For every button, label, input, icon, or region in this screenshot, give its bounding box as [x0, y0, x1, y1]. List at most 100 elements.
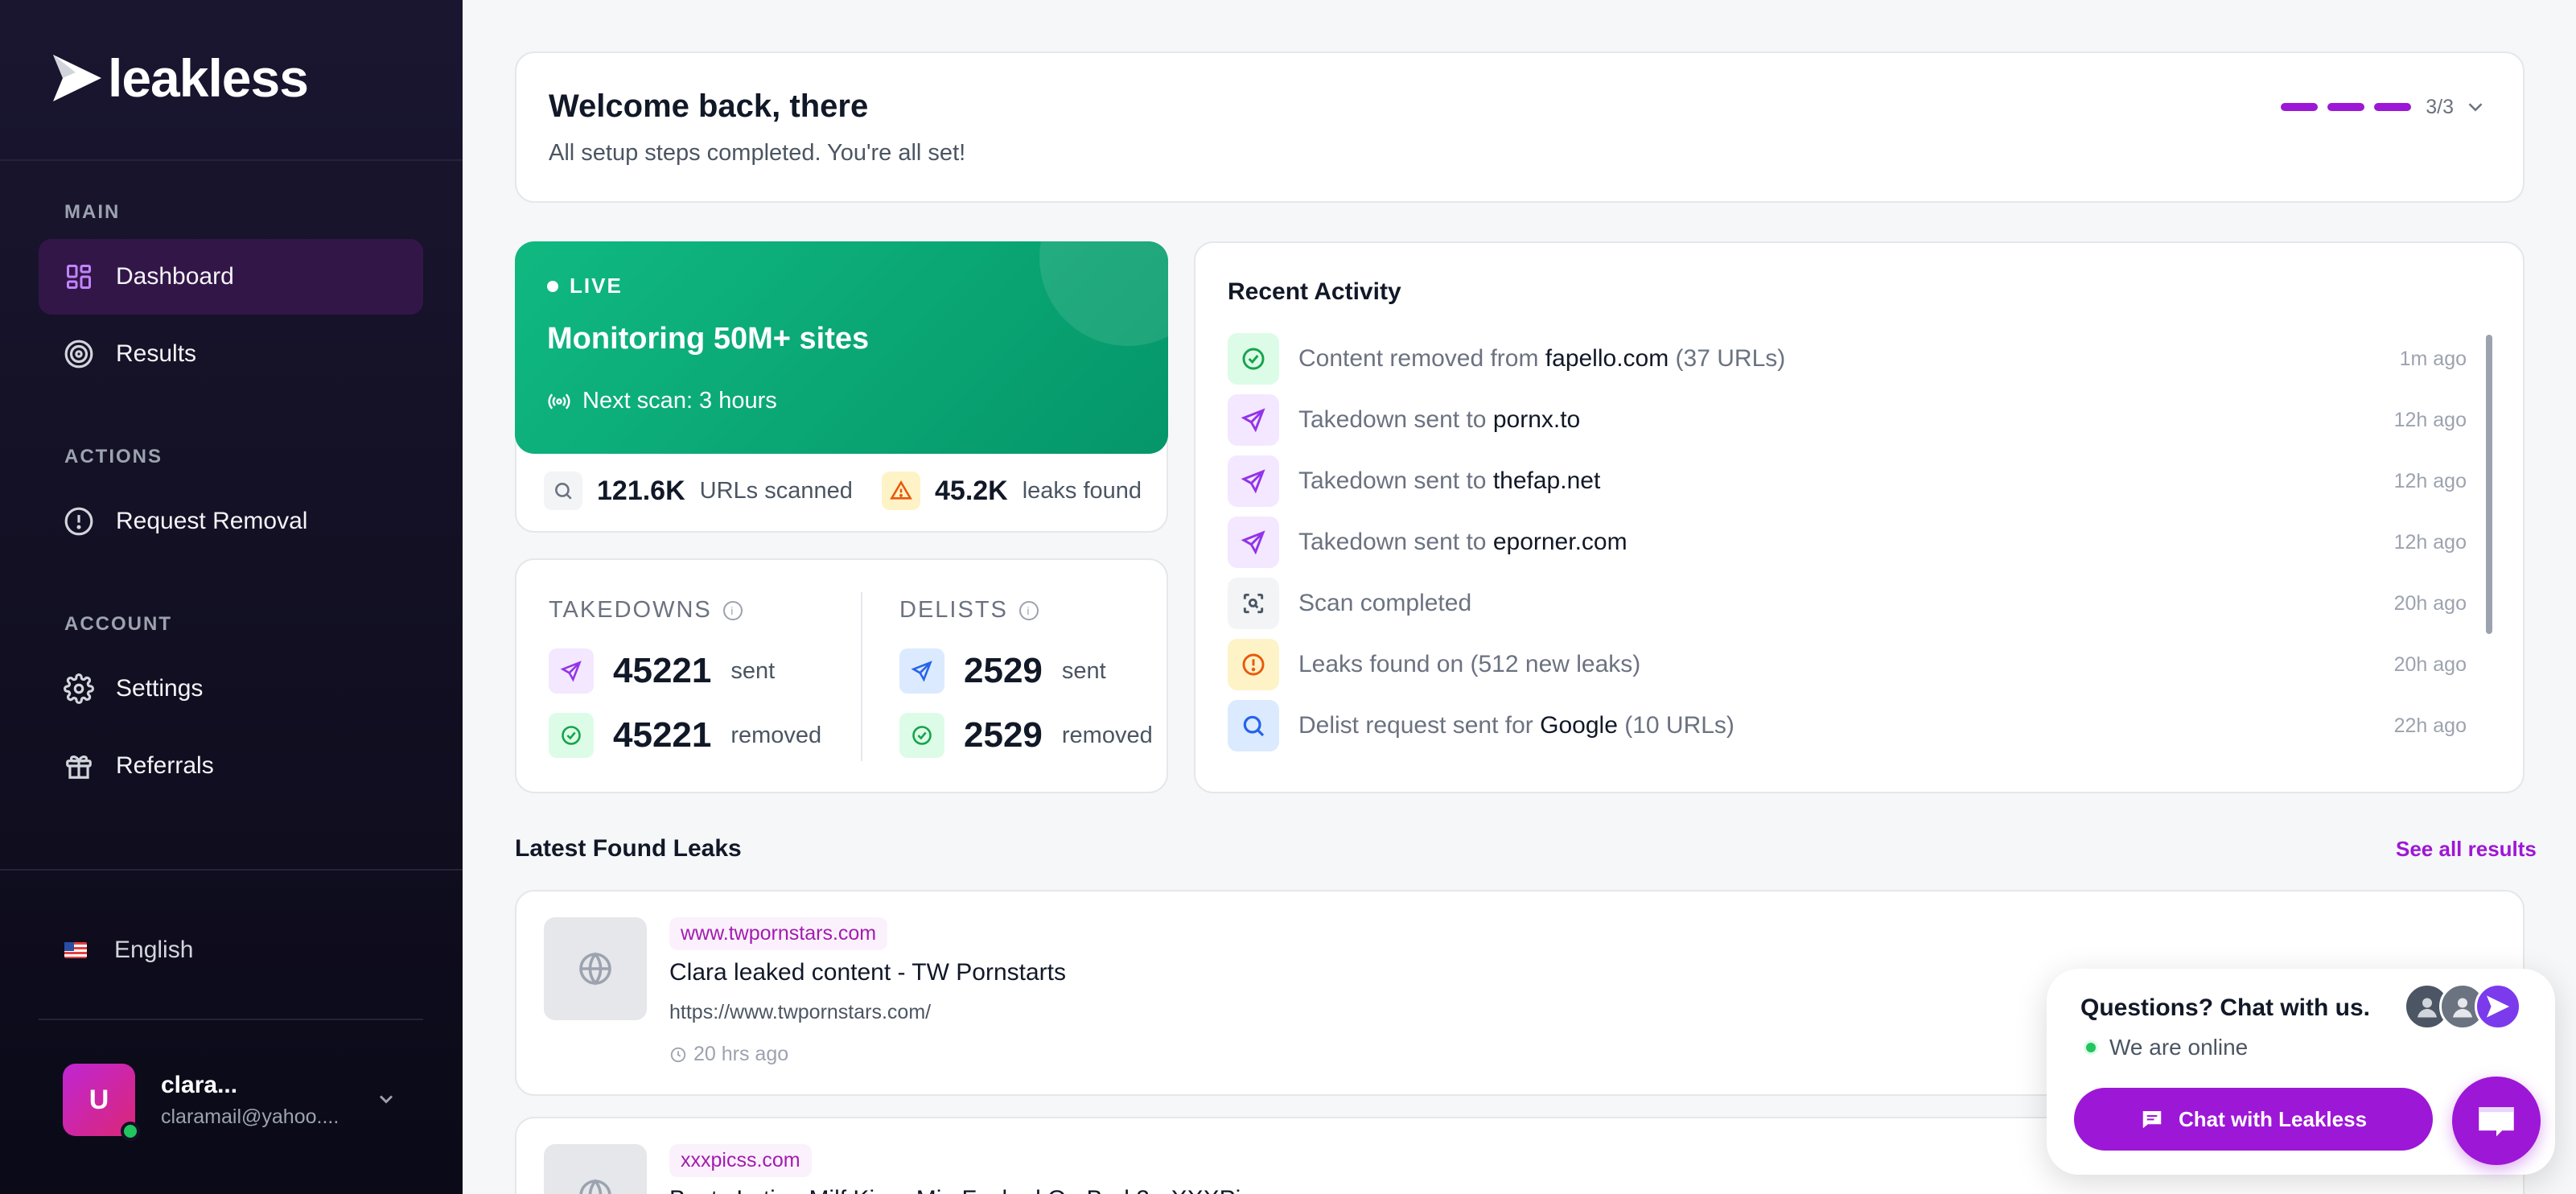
target-icon — [63, 338, 95, 370]
activity-text: Content removed from fapello.com (37 URL… — [1298, 345, 1785, 373]
activity-time: 12h ago — [2393, 530, 2467, 554]
chevron-down-icon[interactable] — [375, 1088, 397, 1110]
activity-row[interactable]: Takedown sent to pornx.to 12h ago — [1228, 394, 2467, 446]
delists-removed-label: removed — [1061, 722, 1153, 748]
activity-site: pornx.to — [1492, 406, 1581, 433]
leaks-found-value: 45.2K — [935, 475, 1008, 506]
sidebar: leakless MAIN Dashboard Results ACTIONS … — [0, 0, 463, 1194]
activity-text-pre: Takedown sent to — [1298, 406, 1493, 433]
activity-text: Takedown sent to eporner.com — [1298, 529, 1627, 556]
logo[interactable]: leakless — [51, 51, 309, 105]
sidebar-item-label: Dashboard — [116, 263, 234, 290]
check-circle-icon — [899, 713, 944, 758]
leak-title[interactable]: Clara leaked content - TW Pornstarts — [669, 959, 1066, 986]
activity-text-pre: Content removed from — [1298, 345, 1545, 372]
leak-title[interactable]: Busty Latina Milf Kiara Mia Fucked On Be… — [669, 1186, 1329, 1194]
broadcast-icon — [548, 393, 570, 410]
send-icon — [1228, 394, 1279, 446]
decorative-circle — [1039, 241, 1168, 346]
progress-step — [2327, 103, 2365, 111]
activity-site: fapello.com — [1545, 345, 1669, 372]
us-flag-icon — [64, 942, 87, 958]
activity-text-post: (37 URLs) — [1669, 345, 1786, 372]
globe-icon — [579, 952, 611, 986]
chat-status: We are online — [2084, 1035, 2248, 1060]
recent-activity-card: Recent Activity Content removed from fap… — [1194, 241, 2525, 793]
dashboard-icon — [63, 261, 95, 293]
chat-title: Questions? Chat with us. — [2080, 994, 2371, 1021]
language-label: English — [114, 937, 194, 963]
sidebar-item-label: Request Removal — [116, 508, 308, 534]
activity-scrollbar[interactable] — [2486, 335, 2492, 634]
send-icon — [1228, 455, 1279, 507]
activity-row[interactable]: Content removed from fapello.com (37 URL… — [1228, 333, 2467, 385]
column-divider — [861, 592, 862, 761]
leak-thumbnail — [544, 917, 647, 1020]
next-scan: Next scan: 3 hours — [547, 388, 777, 414]
check-circle-icon — [549, 713, 594, 758]
activity-text-pre: Takedown sent to — [1298, 529, 1493, 555]
logo-icon — [53, 55, 101, 101]
alert-circle-icon — [63, 505, 95, 537]
takedowns-sent-label: sent — [730, 657, 776, 684]
urls-scanned-value: 121.6K — [597, 475, 685, 506]
chat-bubble-icon — [2479, 1107, 2514, 1137]
leak-time-label: 20 hrs ago — [693, 1043, 789, 1065]
activity-site: Google — [1540, 712, 1618, 739]
progress-step — [2374, 103, 2412, 111]
sidebar-item-request-removal[interactable]: Request Removal — [39, 484, 423, 559]
globe-icon — [579, 1179, 611, 1194]
activity-row[interactable]: Takedown sent to thefap.net 12h ago — [1228, 455, 2467, 507]
online-dot-icon — [2084, 1040, 2098, 1055]
delists-sent-label: sent — [1061, 657, 1106, 684]
setup-progress[interactable]: 3/3 — [2281, 95, 2488, 119]
search-icon — [544, 471, 582, 510]
activity-time: 22h ago — [2393, 714, 2467, 737]
activity-row[interactable]: Takedown sent to eporner.com 12h ago — [1228, 517, 2467, 568]
info-icon[interactable]: i — [1018, 600, 1039, 620]
live-dot-icon — [547, 280, 558, 292]
see-all-results-link[interactable]: See all results — [2396, 837, 2537, 862]
scan-icon — [1228, 578, 1279, 629]
sidebar-item-label: Referrals — [116, 752, 214, 779]
sidebar-item-referrals[interactable]: Referrals — [39, 728, 423, 804]
avatar: U — [63, 1064, 140, 1141]
takedowns-sent-value: 45221 — [613, 651, 712, 690]
language-selector[interactable]: English — [64, 937, 193, 964]
page-title: Welcome back, there — [549, 89, 869, 124]
chat-launcher-button[interactable] — [2452, 1077, 2541, 1165]
sidebar-item-results[interactable]: Results — [39, 316, 423, 392]
sidebar-item-settings[interactable]: Settings — [39, 651, 423, 727]
leak-url[interactable]: https://www.twpornstars.com/ — [669, 1001, 931, 1024]
activity-text-pre: Takedown sent to — [1298, 467, 1493, 494]
live-monitoring-card: LIVE Monitoring 50M+ sites Next scan: 3 … — [515, 241, 1168, 454]
info-icon[interactable]: i — [722, 600, 743, 620]
send-icon — [1228, 517, 1279, 568]
activity-row[interactable]: Delist request sent for Google (10 URLs)… — [1228, 700, 2467, 751]
chevron-down-icon[interactable] — [2463, 95, 2488, 119]
send-icon — [899, 648, 944, 694]
leakless-avatar-icon — [2475, 983, 2521, 1030]
activity-row[interactable]: Scan completed 20h ago — [1228, 578, 2467, 629]
section-label-account: ACCOUNT — [64, 613, 172, 635]
leaks-found-label: leaks found — [1022, 477, 1142, 504]
chat-with-leakless-button[interactable]: Chat with Leakless — [2074, 1088, 2433, 1151]
send-icon — [549, 648, 594, 694]
user-menu[interactable]: U clara... claramail@yahoo.... — [63, 1064, 339, 1141]
activity-text-post: (10 URLs) — [1617, 712, 1734, 739]
section-label-actions: ACTIONS — [64, 446, 163, 467]
activity-text: Delist request sent for Google (10 URLs) — [1298, 712, 1734, 739]
progress-count: 3/3 — [2426, 95, 2454, 118]
activity-row[interactable]: Leaks found on (512 new leaks) 20h ago — [1228, 639, 2467, 690]
chat-button-label: Chat with Leakless — [2178, 1106, 2368, 1131]
sidebar-item-label: Results — [116, 340, 197, 367]
avatar-initial: U — [88, 1084, 109, 1115]
leak-domain-badge: www.twpornstars.com — [669, 917, 888, 950]
section-label-main: MAIN — [64, 201, 121, 223]
sidebar-item-dashboard[interactable]: Dashboard — [39, 239, 423, 315]
next-scan-label: Next scan: 3 hours — [582, 388, 777, 414]
user-name: clara... — [161, 1071, 238, 1098]
leak-thumbnail — [544, 1144, 647, 1194]
activity-time: 1m ago — [2399, 347, 2467, 370]
takedowns-heading: TAKEDOWNS — [549, 597, 712, 623]
